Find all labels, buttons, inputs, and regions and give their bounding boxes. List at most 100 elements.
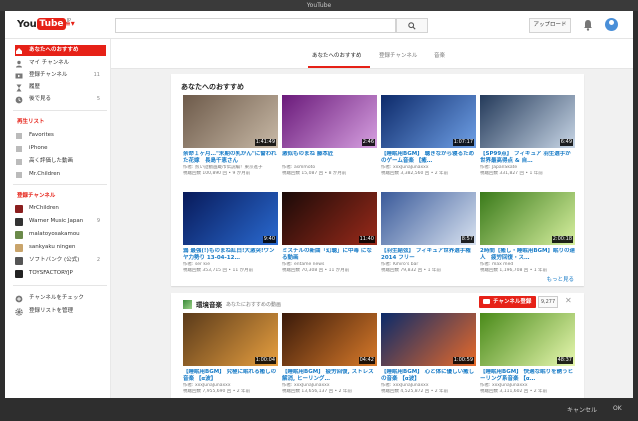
video-thumbnail[interactable]: 9:40 <box>183 192 278 245</box>
video-tile[interactable]: 48:37 【睡眠用BGM】 快適な眠りを誘うヒーリング系音楽 【α… 作者: xx… <box>480 313 575 395</box>
channel-avatar[interactable] <box>183 299 192 309</box>
video-thumbnail[interactable]: 6:49 <box>480 95 575 148</box>
tab-subscriptions[interactable]: 登録チャンネル <box>379 51 417 59</box>
sidebar-item-label: sankyaku ningen <box>29 244 76 250</box>
sidebar-item-playlist[interactable]: Favorites <box>15 130 106 141</box>
video-tile[interactable]: 6:49 【SP99点】 フィギュア 羽生選手が世界最高得点 & 自… 作者: Ja… <box>480 95 575 177</box>
channel-name[interactable]: 環境音楽 <box>196 299 222 309</box>
notifications-bell-icon[interactable] <box>583 19 593 31</box>
search-button[interactable] <box>396 18 428 33</box>
sidebar-item-label: 登録チャンネル <box>29 72 68 78</box>
video-tile[interactable]: 8:57 【羽生結弦】 フィギュア世界選手権2014 フリー 作者: Kihiro'… <box>381 192 476 274</box>
tab-recommended[interactable]: あなたへのおすすめ <box>312 51 362 59</box>
app-window: YouTube You Tube JP ≡▾ アップロード あなたへのおすすめ … <box>0 0 638 421</box>
video-title[interactable]: 激似ものまね 藤本匠 <box>282 151 377 165</box>
guide-menu-button[interactable]: ≡▾ <box>64 20 75 28</box>
video-title[interactable]: 【SP99点】 フィギュア 羽生選手が世界最高得点 & 自… <box>480 151 575 165</box>
sidebar-item-my-channel[interactable]: マイ チャンネル <box>15 58 106 69</box>
sidebar-item-channel[interactable]: Warner Music Japan 9 <box>15 216 106 227</box>
video-duration: 1:00:04 <box>254 357 276 364</box>
youtube-logo[interactable]: You Tube JP <box>17 17 71 31</box>
video-thumbnail[interactable]: 48:37 <box>480 313 575 366</box>
video-duration: 8:57 <box>460 236 474 243</box>
video-tile[interactable]: 1:00:04 【睡眠用BGM】 究極に眠れる癒しの音楽 【α波】 作者: xxxJ… <box>183 313 278 395</box>
video-thumbnail[interactable]: 1:41:49 <box>183 95 278 148</box>
video-tile[interactable]: 2:00:18 2時間【癒し・睡眠用BGM】眠りの達人 疲労回復・ス… 作者: ma… <box>480 192 575 274</box>
video-title[interactable]: 余命１ヶ月…"末期の乳がん"に誓われた花嫁 長島千恵さん <box>183 151 278 165</box>
video-thumbnail[interactable]: 04:42 <box>282 313 377 366</box>
cancel-button[interactable]: キャンセル <box>567 405 597 414</box>
video-thumbnail[interactable]: 2:00:18 <box>480 192 575 245</box>
video-tile[interactable]: 11:40 ミスチルの新曲「幻聴」に中毒 になる動画 作者: entame news… <box>282 192 377 274</box>
video-thumbnail[interactable]: 11:40 <box>282 192 377 245</box>
channel-shelf-subtitle: あなたにおすすめの動画 <box>226 301 282 308</box>
person-icon <box>15 60 23 68</box>
dismiss-shelf-icon[interactable]: ✕ <box>565 297 572 305</box>
sidebar-item-playlist[interactable]: iPhone <box>15 143 106 154</box>
upload-button[interactable]: アップロード <box>529 18 571 33</box>
sidebar-item-playlist[interactable]: Mr.Children <box>15 169 106 180</box>
video-thumbnail[interactable]: 1:00:04 <box>183 313 278 366</box>
video-thumbnail[interactable]: 1:07:17 <box>381 95 476 148</box>
video-title[interactable]: 鶉 最強(!)ものまね紅白!大激突!ワンヤ力勢り 13-04-12… <box>183 248 278 262</box>
clock-icon <box>15 96 23 104</box>
video-tile[interactable]: 1:41:49 余命１ヶ月…"末期の乳がん"に誓われた花嫁 長島千恵さん 作者: 煎… <box>183 95 278 177</box>
video-tile[interactable]: 04:42 【睡眠用BGM】 疲労回復, ストレス解消, ヒーリング… 作者: xx… <box>282 313 377 395</box>
ok-button[interactable]: OK <box>613 405 622 412</box>
sidebar-item-manage-subscriptions[interactable]: 登録リストを管理 <box>15 306 106 317</box>
video-title[interactable]: 【睡眠用BGM】 究極に眠れる癒しの音楽 【α波】 <box>183 369 278 383</box>
sidebar-item-browse-channels[interactable]: チャンネルをチェック <box>15 293 106 304</box>
video-thumbnail[interactable]: 8:57 <box>381 192 476 245</box>
search-input[interactable] <box>115 18 396 33</box>
video-tile[interactable]: 1:00:59 【睡眠用BGM】 心と体に優しい癒しの音楽 【α波】 作者: xxx… <box>381 313 476 395</box>
video-tile[interactable]: 1:07:17 【睡眠用BGM】 聴きながら寝るためのゲーム音楽 【癒… 作者: x… <box>381 95 476 177</box>
gear-icon <box>15 307 23 316</box>
playlists-heading[interactable]: 再生リスト <box>17 117 45 125</box>
show-more-link[interactable]: もっと見る <box>546 275 574 283</box>
video-title[interactable]: 【睡眠用BGM】 心と体に優しい癒しの音楽 【α波】 <box>381 369 476 383</box>
home-icon <box>15 47 23 55</box>
list-icon <box>15 145 23 153</box>
video-title[interactable]: 2時間【癒し・睡眠用BGM】眠りの達人 疲労回復・ス… <box>480 248 575 262</box>
shelf-title[interactable]: あなたへのおすすめ <box>181 82 244 92</box>
sidebar-item-channel[interactable]: sankyaku ningen <box>15 242 106 253</box>
video-title[interactable]: 【睡眠用BGM】 快適な眠りを誘うヒーリング系音楽 【α… <box>480 369 575 383</box>
sidebar-item-history[interactable]: 履歴 <box>15 82 106 93</box>
video-thumbnail[interactable]: 2:46 <box>282 95 377 148</box>
sidebar-item-channel[interactable]: TOYSFACTORYJP <box>15 268 106 279</box>
tab-music[interactable]: 音楽 <box>434 51 445 59</box>
youtube-page: You Tube JP ≡▾ アップロード あなたへのおすすめ マイ チャンネル… <box>5 11 633 398</box>
video-title[interactable]: 【羽生結弦】 フィギュア世界選手権2014 フリー <box>381 248 476 262</box>
sidebar-item-recommended[interactable]: あなたへのおすすめ <box>15 45 106 56</box>
video-views: 視聴回数 3,382,560 回 • 2 年前 <box>381 171 449 176</box>
video-thumbnail[interactable]: 1:00:59 <box>381 313 476 366</box>
channel-shelf: 環境音楽 あなたにおすすめの動画 チャンネル登録 9,277 ✕ 1:00:04… <box>171 293 584 398</box>
video-views: 視聴回数 70,308 回 • 11 か月前 <box>282 268 350 273</box>
sidebar-item-playlist[interactable]: 高く評価した動画 <box>15 156 106 167</box>
channel-avatar <box>15 230 23 239</box>
sidebar-item-watch-later[interactable]: 後で見る 5 <box>15 94 106 105</box>
video-duration: 6:49 <box>559 139 573 146</box>
channel-shelf-header: 環境音楽 あなたにおすすめの動画 <box>183 299 281 309</box>
video-tile[interactable]: 9:40 鶉 最強(!)ものまね紅白!大激突!ワンヤ力勢り 13-04-12… 作者… <box>183 192 278 274</box>
video-tile[interactable]: 2:46 激似ものまね 藤本匠 作者: asmmoto 視聴回数 15,087 回 •… <box>282 95 377 177</box>
channel-avatar <box>15 243 23 252</box>
account-avatar[interactable] <box>605 18 618 31</box>
sidebar-divider <box>13 184 107 185</box>
video-title[interactable]: 【睡眠用BGM】 聴きながら寝るためのゲーム音楽 【癒… <box>381 151 476 165</box>
video-views: 視聴回数 3,111,602 回 • 2 年前 <box>480 389 548 394</box>
video-duration: 11:40 <box>358 236 375 243</box>
subscriptions-heading[interactable]: 登録チャンネル <box>17 191 55 199</box>
sidebar-item-label: チャンネルをチェック <box>29 295 84 301</box>
video-title[interactable]: 【睡眠用BGM】 疲労回復, ストレス解消, ヒーリング… <box>282 369 377 383</box>
sidebar-item-channel[interactable]: MrChildren <box>15 203 106 214</box>
feed-tabs: あなたへのおすすめ 登録チャンネル 音楽 <box>111 39 633 69</box>
video-title[interactable]: ミスチルの新曲「幻聴」に中毒 になる動画 <box>282 248 377 262</box>
subscribe-button[interactable]: チャンネル登録 <box>479 296 536 308</box>
sidebar-item-channel[interactable]: ソフトバンク (公式) 2 <box>15 255 106 266</box>
logo-you: You <box>17 18 37 30</box>
sidebar-item-channel[interactable]: malatoyosakamou <box>15 229 106 240</box>
sidebar-item-subscriptions[interactable]: 登録チャンネル 11 <box>15 70 106 81</box>
sidebar-item-count: 11 <box>93 72 100 78</box>
sidebar-item-label: マイ チャンネル <box>29 60 70 66</box>
